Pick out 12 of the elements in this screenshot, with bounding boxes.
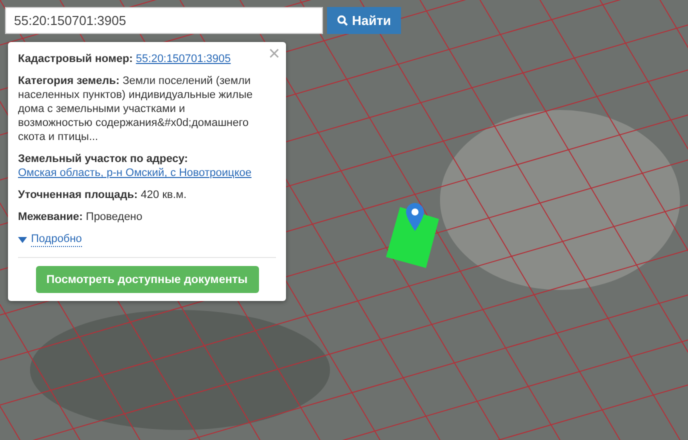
info-link[interactable]: Омская область, р-н Омский, с Новотроицкое <box>18 166 262 180</box>
details-link[interactable]: Подробно <box>31 232 82 247</box>
search-button[interactable]: Найти <box>327 7 401 34</box>
search-icon <box>337 15 348 26</box>
info-line: Межевание: Проведено <box>18 210 144 224</box>
info-line: Земельный участок по адресу: Омская область, р-н Омский, с Новотроицкое <box>18 152 276 180</box>
search-field[interactable]: 55:20:150701:3905 <box>5 7 323 34</box>
info-link[interactable]: 55:20:150701:3905 <box>136 53 231 65</box>
location-pin-icon[interactable] <box>406 203 424 231</box>
info-line: Категория земель: Земли поселений (земли населенных пунктов) индивидуальные жилые дома с земельными участками и возможностью содержания&#x0d;домашнего скота и птицы... <box>18 74 254 144</box>
info-line: Уточненная площадь: 420 кв.м. <box>18 188 188 202</box>
info-line: Кадастровый номер: 55:20:150701:3905 <box>18 52 232 66</box>
